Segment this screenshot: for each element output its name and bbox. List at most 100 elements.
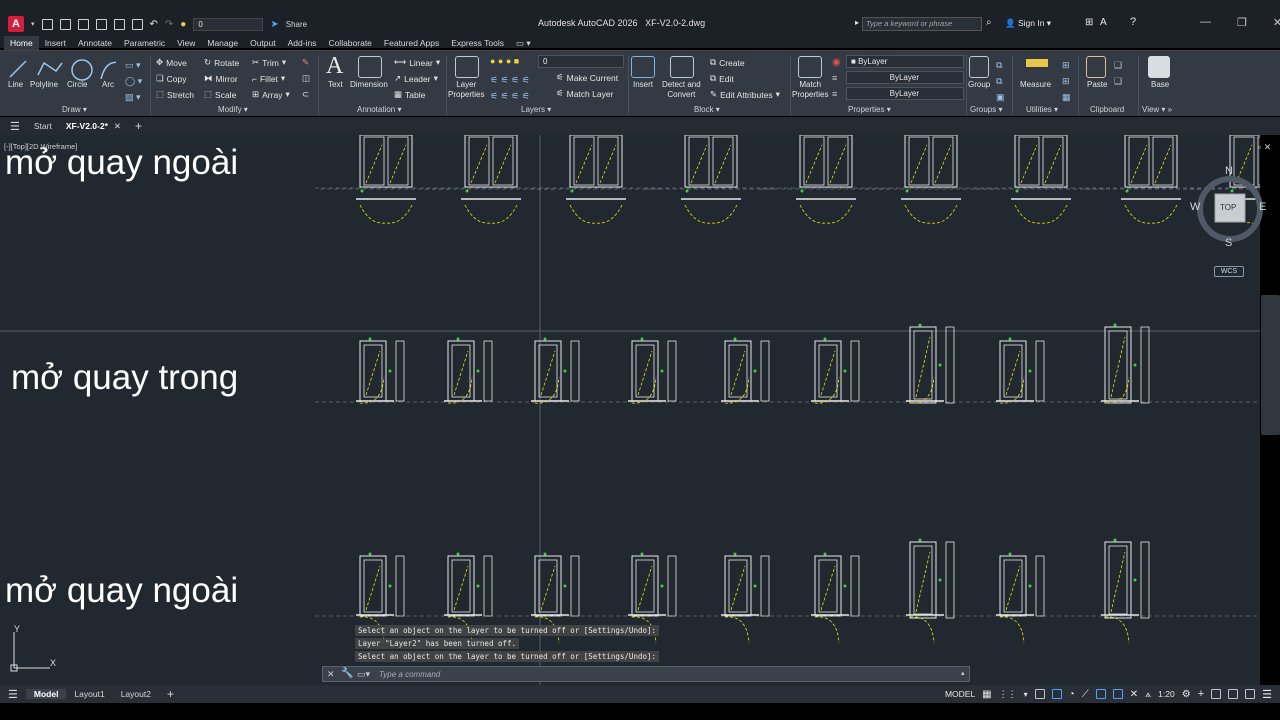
menu-icon[interactable]: ☰ <box>10 120 20 133</box>
tab-manage[interactable]: Manage <box>201 36 244 50</box>
properties-panel-title[interactable]: Properties ▾ <box>848 105 891 114</box>
command-close-icon[interactable]: ✕ <box>327 669 335 680</box>
tab-parametric[interactable]: Parametric <box>118 36 171 50</box>
paste-icon[interactable] <box>1086 56 1106 78</box>
new-tab-icon[interactable]: + <box>135 119 142 133</box>
compass-west[interactable]: W <box>1190 201 1200 213</box>
isolate-objects-icon[interactable] <box>1245 689 1256 699</box>
command-line[interactable]: ✕ 🔧 ▭▾ Type a command ▴ <box>322 666 970 682</box>
command-customize-icon[interactable]: 🔧 <box>341 668 353 679</box>
erase-icon[interactable]: ✎ <box>302 57 309 68</box>
search-icon[interactable]: ⌕ <box>986 17 992 28</box>
match-properties-button[interactable]: Match Properties <box>792 80 828 100</box>
object-snap-icon[interactable] <box>1112 689 1123 699</box>
autodesk-account-icon[interactable]: A <box>1100 17 1107 28</box>
save-as-icon[interactable] <box>95 18 107 30</box>
new-layout-icon[interactable]: + <box>159 687 182 701</box>
leader-button[interactable]: ↗ Leader ▾ <box>394 73 438 84</box>
infer-constraints-icon[interactable] <box>1034 689 1045 699</box>
wcs-menu[interactable]: WCS <box>1214 266 1244 277</box>
annotation-panel-title[interactable]: Annotation ▾ <box>357 105 402 114</box>
minimize-icon[interactable]: — <box>1200 16 1211 29</box>
redo-icon[interactable]: ↷ <box>165 19 173 30</box>
command-expand-icon[interactable]: ▴ <box>961 669 965 677</box>
undo-icon[interactable]: ↶ <box>150 19 158 30</box>
open-file-icon[interactable] <box>59 18 71 30</box>
block-panel-title[interactable]: Block ▾ <box>694 105 720 114</box>
layer-dropdown[interactable]: 0 <box>538 55 624 68</box>
dimension-icon[interactable] <box>358 56 382 78</box>
share-icon[interactable]: ➤ <box>270 19 278 30</box>
tab-layout1[interactable]: Layout1 <box>66 689 112 699</box>
base-view-icon[interactable] <box>1148 56 1170 78</box>
group-button[interactable]: Group <box>968 80 990 90</box>
fillet-button[interactable]: ⌐ Fillet ▾ <box>252 73 285 84</box>
tab-collaborate[interactable]: Collaborate <box>322 36 377 50</box>
linear-button[interactable]: ⟷ Linear ▾ <box>394 57 440 68</box>
view-panel-title[interactable]: View ▾ » <box>1142 105 1172 114</box>
detect-convert-button[interactable]: Detect and Convert <box>662 80 701 100</box>
line-button[interactable]: Line <box>8 80 23 90</box>
tab-layout2[interactable]: Layout2 <box>113 689 159 699</box>
match-properties-icon[interactable] <box>798 56 822 78</box>
group-tool-icons[interactable]: ⧉ ⧉ ▣ <box>996 57 1005 105</box>
layer-properties-button[interactable]: Layer Properties <box>448 80 484 100</box>
clipboard-tool-icons[interactable]: ❏ ❏ <box>1114 57 1122 89</box>
copy-button[interactable]: ❏ Copy <box>156 73 186 84</box>
make-current-button[interactable]: ⚟ Make Current <box>556 72 618 83</box>
tab-view[interactable]: View <box>171 36 201 50</box>
autocad-logo-icon[interactable]: A <box>8 16 24 32</box>
scale-button[interactable]: ⬚ Scale <box>204 89 236 100</box>
insert-button[interactable]: Insert <box>633 80 653 90</box>
trim-button[interactable]: ✂ Trim ▾ <box>252 57 286 68</box>
snap-icon[interactable]: ⋮⋮ <box>999 689 1017 700</box>
annotation-scale-value[interactable]: 1:20 <box>1158 689 1175 699</box>
color-dropdown[interactable]: ■ ByLayer <box>846 55 964 68</box>
polyline-button[interactable]: Polyline <box>30 80 58 90</box>
layout-menu-icon[interactable]: ☰ <box>0 688 26 701</box>
detect-convert-icon[interactable] <box>670 56 694 78</box>
insert-icon[interactable] <box>631 56 655 78</box>
tab-annotate[interactable]: Annotate <box>72 36 118 50</box>
layers-panel-title[interactable]: Layers ▾ <box>521 105 551 114</box>
command-input[interactable]: Type a command <box>379 670 440 679</box>
circle-button[interactable]: Circle <box>67 80 87 90</box>
navigation-bar[interactable] <box>1261 295 1280 435</box>
viewport-restore-icon[interactable]: ▫ ✕ <box>1258 142 1271 153</box>
tab-start[interactable]: Start <box>34 121 52 131</box>
tab-featured-apps[interactable]: Featured Apps <box>378 36 445 50</box>
tab-add-ins[interactable]: Add-ins <box>282 36 323 50</box>
cart-icon[interactable]: ⊞ <box>1085 17 1093 28</box>
dimension-button[interactable]: Dimension <box>350 80 388 90</box>
tab-active-drawing[interactable]: XF-V2.0-2* <box>66 121 108 131</box>
paste-button[interactable]: Paste <box>1087 80 1107 90</box>
stretch-button[interactable]: ⬚ Stretch <box>156 89 194 100</box>
utilities-panel-title[interactable]: Utilities ▾ <box>1026 105 1058 114</box>
grid-icon[interactable]: ▦ <box>982 689 991 700</box>
modify-panel-title[interactable]: Modify ▾ <box>218 105 248 114</box>
annotation-monitor-icon[interactable]: + <box>1198 688 1204 700</box>
edit-attributes-button[interactable]: ✎ Edit Attributes ▾ <box>710 89 780 100</box>
measure-button[interactable]: Measure <box>1020 80 1051 90</box>
match-layer-button[interactable]: ⚟ Match Layer <box>556 88 613 99</box>
object-snap-tracking-icon[interactable] <box>1095 689 1106 699</box>
mirror-button[interactable]: ⧓ Mirror <box>204 73 238 84</box>
annotation-scale-icon[interactable]: ⟑ <box>1145 689 1151 700</box>
search-input[interactable]: Type a keyword or phrase <box>862 17 982 31</box>
draw-extra-icons[interactable]: ▭ ▾ ◯ ▾ ▨ ▾ <box>125 57 142 105</box>
annotation-visibility-icon[interactable]: ✕ <box>1130 689 1138 700</box>
compass-east[interactable]: E <box>1259 201 1266 213</box>
polar-tracking-icon[interactable]: ◔ <box>1069 689 1075 700</box>
qat-layer-dropdown[interactable]: 0 <box>193 17 264 31</box>
move-button[interactable]: ✥ Move <box>156 57 187 68</box>
command-recent-icon[interactable]: ▭▾ <box>357 669 370 680</box>
base-button[interactable]: Base <box>1151 80 1169 90</box>
explode-icon[interactable]: ◫ <box>302 73 310 84</box>
ortho-icon[interactable] <box>1051 689 1062 699</box>
share-label[interactable]: Share <box>286 20 307 29</box>
tab-express-tools[interactable]: Express Tools <box>445 36 510 50</box>
groups-panel-title[interactable]: Groups ▾ <box>970 105 1002 114</box>
table-button[interactable]: ▦ Table <box>394 89 425 100</box>
clipboard-panel-title[interactable]: Clipboard <box>1090 105 1124 114</box>
viewcube[interactable]: TOP N S W E <box>1190 165 1266 249</box>
